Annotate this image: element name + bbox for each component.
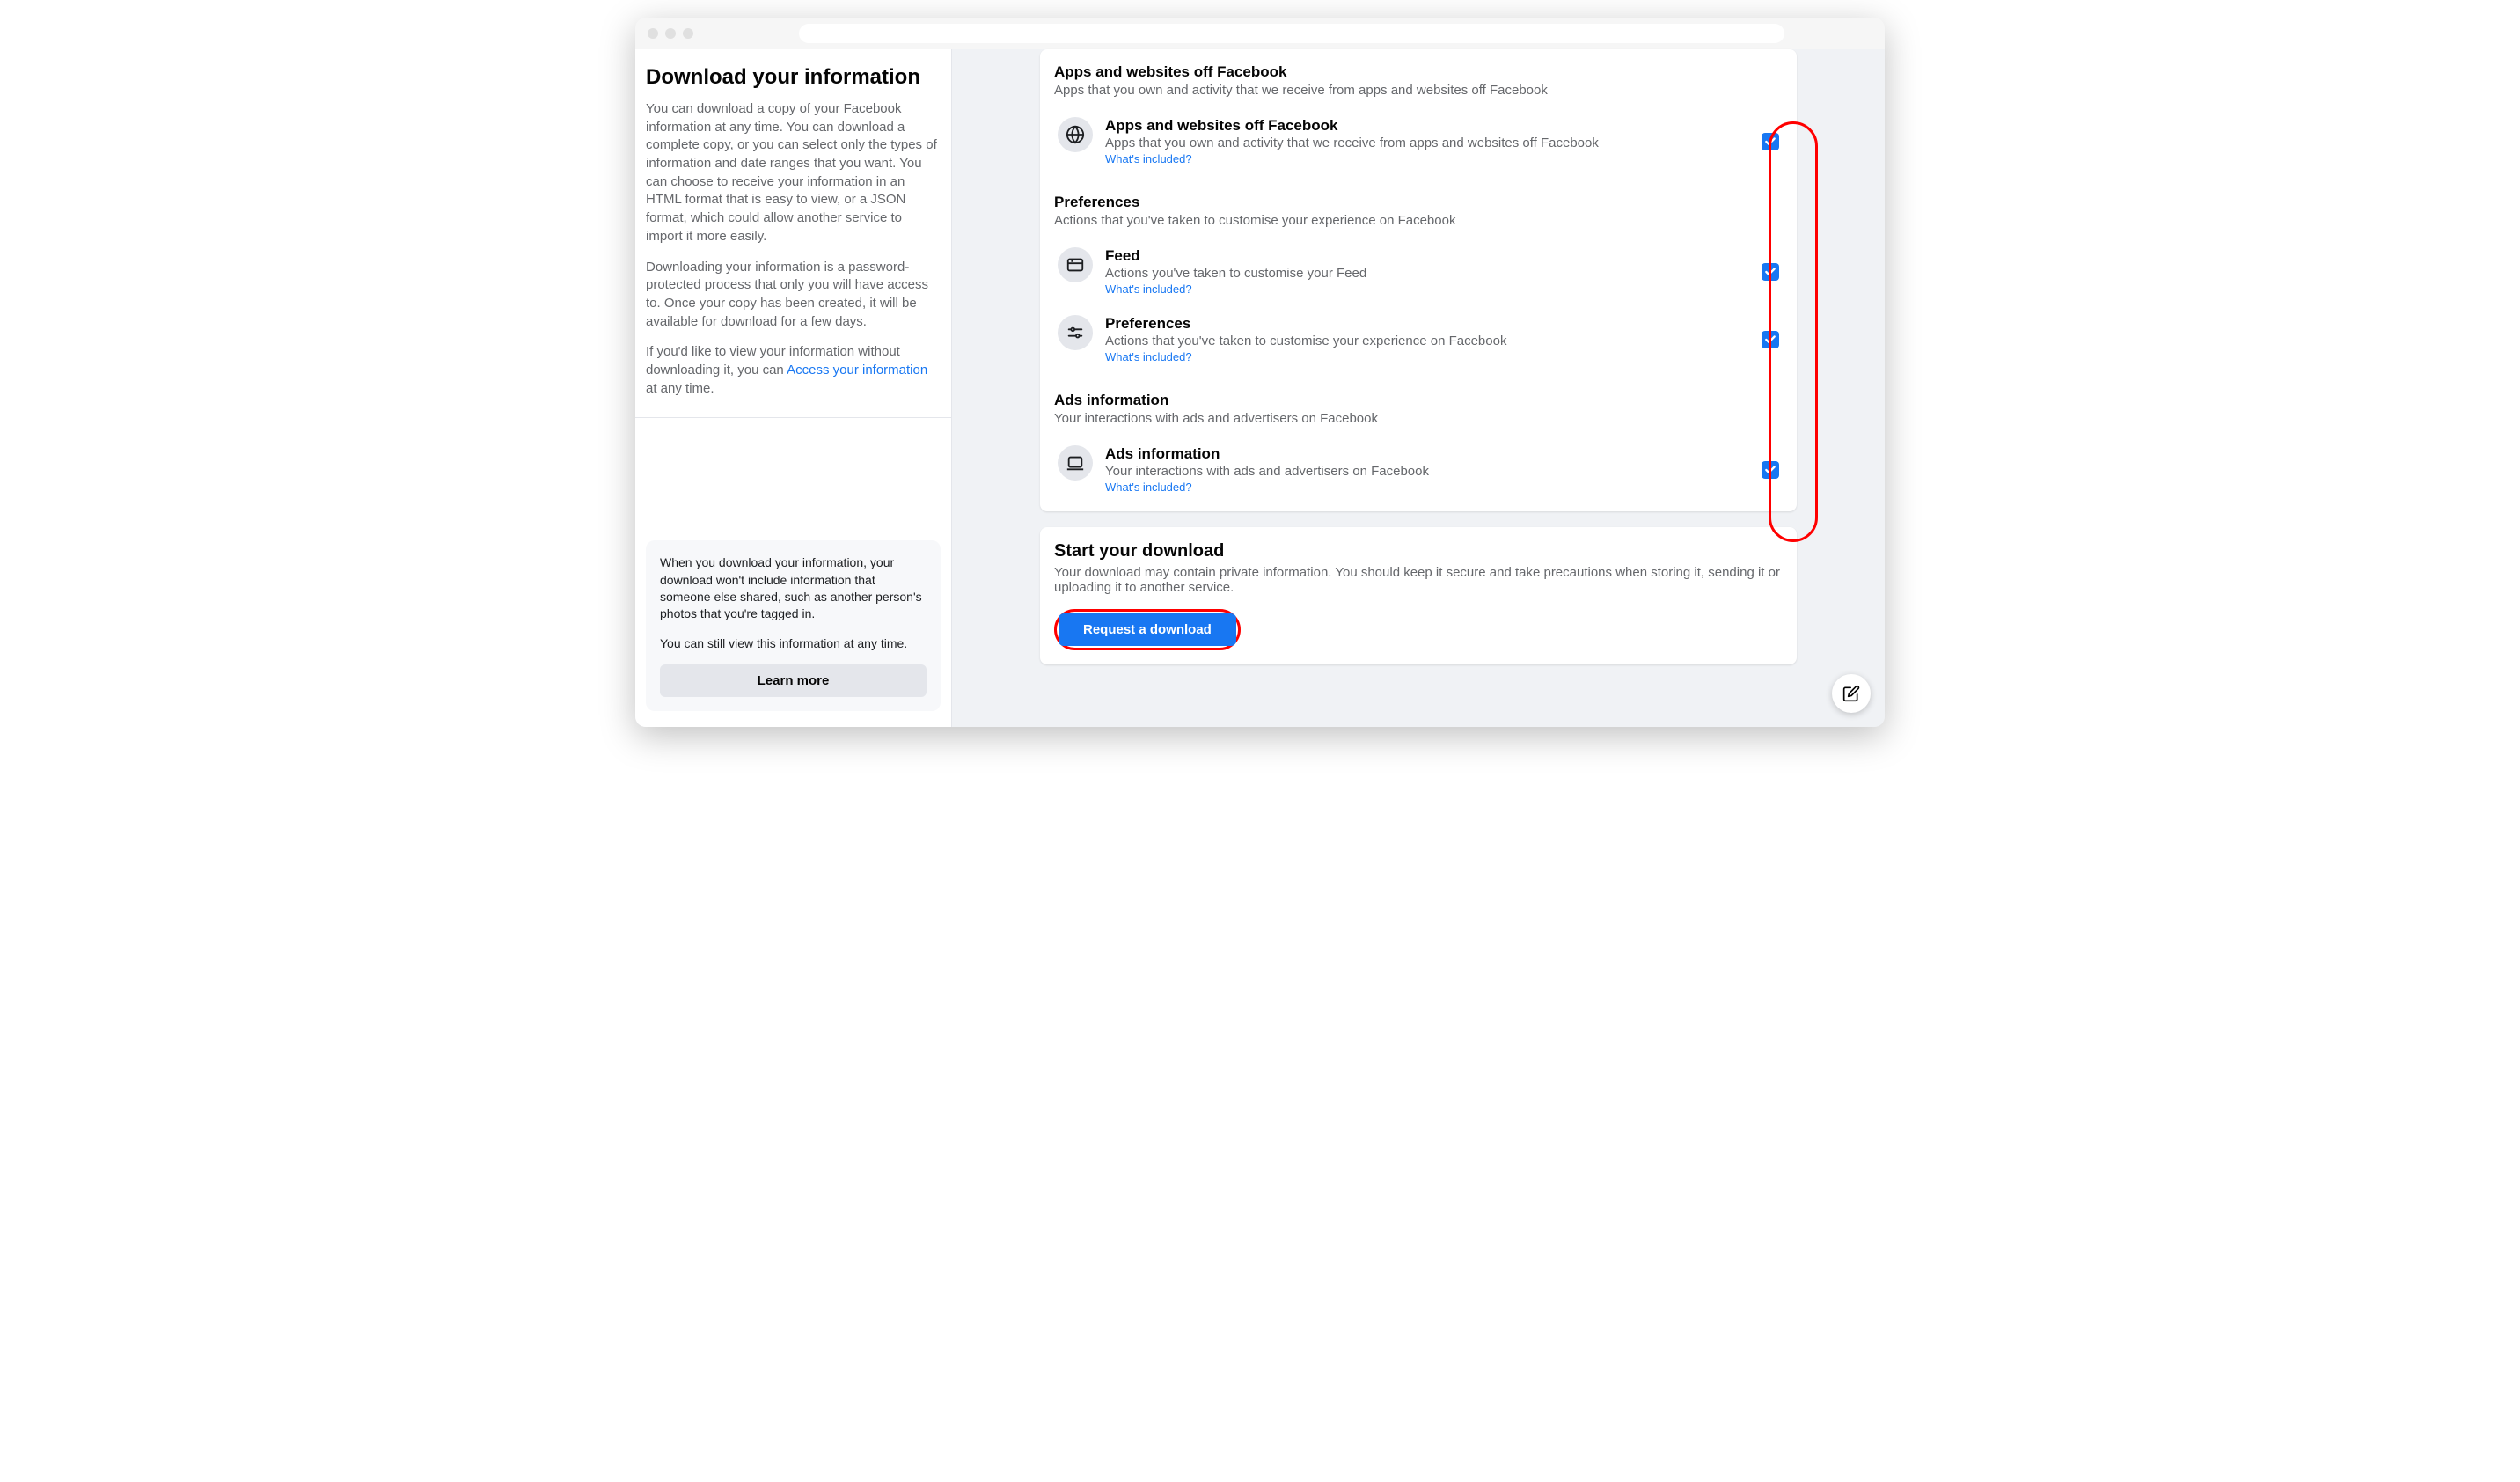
whats-included-link[interactable]: What's included? <box>1105 350 1192 363</box>
whats-included-link[interactable]: What's included? <box>1105 152 1192 165</box>
whats-included-link[interactable]: What's included? <box>1105 282 1192 296</box>
item-body: PreferencesActions that you've taken to … <box>1105 315 1749 365</box>
item-title: Apps and websites off Facebook <box>1105 117 1749 135</box>
feed-icon <box>1058 247 1093 282</box>
globe-icon <box>1058 117 1093 152</box>
section-header: Preferences Actions that you've taken to … <box>1054 194 1783 228</box>
item-row: Apps and websites off FacebookApps that … <box>1054 108 1783 176</box>
section-header: Apps and websites off Facebook Apps that … <box>1054 63 1783 98</box>
item-title: Feed <box>1105 247 1749 265</box>
section-title: Apps and websites off Facebook <box>1054 63 1783 81</box>
item-row: FeedActions you've taken to customise yo… <box>1054 238 1783 306</box>
item-row: Ads informationYour interactions with ad… <box>1054 437 1783 504</box>
sidebar: Download your information You can downlo… <box>635 49 952 727</box>
download-desc: Your download may contain private inform… <box>1054 565 1783 595</box>
section-desc: Actions that you've taken to customise y… <box>1054 213 1783 228</box>
window-controls <box>648 28 693 39</box>
section-title: Ads information <box>1054 392 1783 409</box>
learn-more-button[interactable]: Learn more <box>660 664 927 697</box>
item-desc: Actions you've taken to customise your F… <box>1105 266 1749 281</box>
page-title: Download your information <box>646 65 941 90</box>
item-checkbox[interactable] <box>1762 263 1779 281</box>
item-desc: Your interactions with ads and advertise… <box>1105 464 1749 479</box>
sidebar-paragraph-3: If you'd like to view your information w… <box>646 343 941 398</box>
item-body: Apps and websites off FacebookApps that … <box>1105 117 1749 167</box>
whats-included-link[interactable]: What's included? <box>1105 481 1192 494</box>
item-title: Ads information <box>1105 445 1749 463</box>
edit-icon <box>1842 685 1860 702</box>
item-body: Ads informationYour interactions with ad… <box>1105 445 1749 495</box>
section-title: Preferences <box>1054 194 1783 211</box>
main-panel: Apps and websites off FacebookApps that … <box>952 49 1885 727</box>
info-box-paragraph-2: You can still view this information at a… <box>660 635 927 652</box>
close-window-icon[interactable] <box>648 28 658 39</box>
section-desc: Your interactions with ads and advertise… <box>1054 411 1783 426</box>
item-checkbox[interactable] <box>1762 461 1779 479</box>
info-box-paragraph-1: When you download your information, your… <box>660 554 927 622</box>
browser-window: Download your information You can downlo… <box>635 18 1885 727</box>
section-header: Ads information Your interactions with ad… <box>1054 392 1783 426</box>
address-bar[interactable] <box>799 24 1784 43</box>
section-desc: Apps that you own and activity that we r… <box>1054 83 1783 98</box>
content-area: Download your information You can downlo… <box>635 49 1885 727</box>
sidebar-paragraph-1: You can download a copy of your Facebook… <box>646 100 941 246</box>
item-desc: Actions that you've taken to customise y… <box>1105 334 1749 348</box>
title-bar <box>635 18 1885 49</box>
info-box: When you download your information, your… <box>646 540 941 711</box>
item-checkbox[interactable] <box>1762 133 1779 150</box>
download-card: Start your download Your download may co… <box>1040 527 1797 664</box>
divider <box>635 417 951 418</box>
access-info-link[interactable]: Access your information <box>787 363 927 378</box>
request-download-button[interactable]: Request a download <box>1059 613 1236 646</box>
highlight-request-button: Request a download <box>1054 609 1241 650</box>
item-row: PreferencesActions that you've taken to … <box>1054 306 1783 374</box>
item-body: FeedActions you've taken to customise yo… <box>1105 247 1749 297</box>
selections-card: Apps and websites off FacebookApps that … <box>1040 49 1797 511</box>
sidebar-p3-post: at any time. <box>646 381 714 396</box>
item-checkbox[interactable] <box>1762 331 1779 348</box>
edit-fab[interactable] <box>1832 674 1871 713</box>
minimize-window-icon[interactable] <box>665 28 676 39</box>
item-desc: Apps that you own and activity that we r… <box>1105 136 1749 150</box>
item-title: Preferences <box>1105 315 1749 333</box>
download-title: Start your download <box>1054 541 1783 561</box>
maximize-window-icon[interactable] <box>683 28 693 39</box>
sliders-icon <box>1058 315 1093 350</box>
device-icon <box>1058 445 1093 481</box>
sidebar-paragraph-2: Downloading your information is a passwo… <box>646 259 941 332</box>
